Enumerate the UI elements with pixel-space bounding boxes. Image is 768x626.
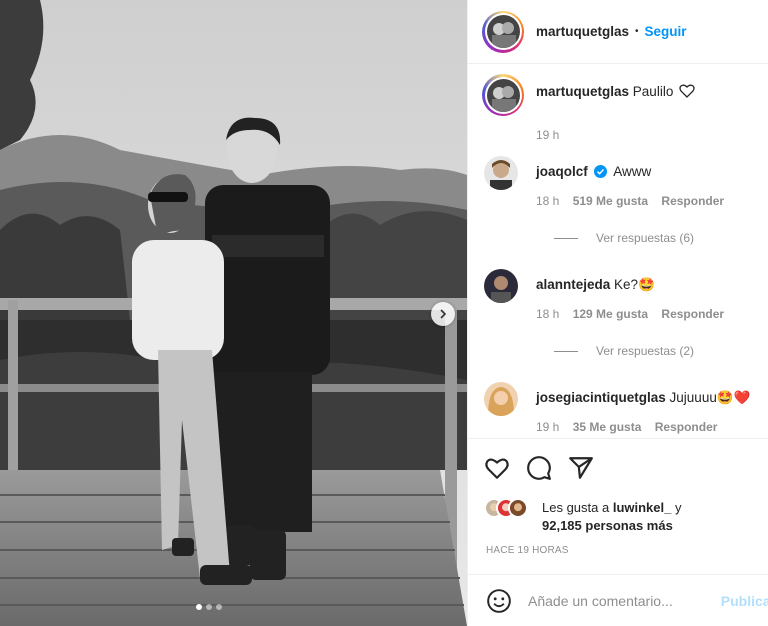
author-avatar[interactable]	[482, 10, 524, 53]
caption-meta: 19 h	[536, 128, 569, 142]
comment-username[interactable]: alanntejeda	[536, 277, 610, 292]
carousel-dot	[206, 604, 212, 610]
likes-summary: Les gusta a luwinkel_ y 92,185 personas …	[484, 496, 768, 536]
post-side-panel: martuquetglas • Seguir martuquetglas Pau…	[467, 0, 768, 626]
comment-input[interactable]	[528, 592, 738, 609]
like-heart-icon[interactable]	[484, 455, 510, 481]
post-photo[interactable]	[0, 0, 467, 626]
add-comment-bar: Publicar	[468, 574, 768, 626]
comment-username[interactable]: josegiacintiquetglas	[536, 390, 666, 405]
caption-time: 19 h	[536, 128, 560, 142]
carousel-dot	[196, 604, 202, 610]
caption-body: martuquetglas Paulilo	[536, 84, 695, 99]
emoji-smiley-icon[interactable]	[486, 588, 512, 614]
comment-likes[interactable]: 35 Me gusta	[573, 420, 642, 434]
liker-avatar	[508, 498, 528, 518]
comment-body: josegiacintiquetglas Jujuuuu🤩❤️	[536, 390, 750, 406]
follow-button[interactable]: Seguir	[645, 24, 687, 39]
liker-username[interactable]: luwinkel_	[613, 500, 672, 515]
caption-avatar-image	[486, 78, 520, 112]
comment-text: Awww	[613, 164, 652, 179]
comment-username[interactable]: joaqolcf	[536, 164, 588, 179]
comment-likes[interactable]: 129 Me gusta	[573, 307, 648, 321]
author-username[interactable]: martuquetglas	[536, 24, 629, 39]
commenter-avatar[interactable]	[484, 382, 518, 416]
likes-line-1: Les gusta a luwinkel_ y	[542, 500, 682, 515]
likes-suffix: y	[675, 500, 682, 515]
view-replies-button[interactable]: Ver respuestas (2)	[554, 344, 694, 358]
likers-avatars	[484, 498, 540, 518]
caption-text: Paulilo	[632, 84, 674, 99]
carousel-dots	[196, 604, 222, 610]
comment-meta: 18 h 519 Me gusta Responder	[536, 194, 734, 208]
commenter-avatar[interactable]	[484, 269, 518, 303]
post-time-ago: HACE 19 HORAS	[486, 545, 569, 556]
carousel-next-button[interactable]	[431, 302, 455, 326]
separator-dot: •	[635, 26, 639, 37]
comments-list[interactable]: martuquetglas Paulilo 19 h joaqolcf Awww…	[468, 64, 768, 438]
post-photo-image	[0, 0, 467, 626]
reply-button[interactable]: Responder	[661, 307, 724, 321]
carousel-dot	[216, 604, 222, 610]
likes-prefix: Les gusta a	[542, 500, 610, 515]
white-heart-emoji-icon	[679, 84, 695, 98]
comment-time: 18 h	[536, 194, 560, 208]
comment-body: joaqolcf Awww	[536, 164, 651, 179]
caption-avatar[interactable]	[482, 74, 524, 116]
author-avatar-image	[486, 15, 520, 48]
replies-divider	[554, 237, 578, 239]
view-replies-label: Ver respuestas (2)	[596, 344, 695, 358]
view-replies-label: Ver respuestas (6)	[596, 231, 695, 245]
verified-badge-icon	[593, 165, 607, 178]
comment-body: alanntejeda Ke?🤩	[536, 277, 655, 293]
post-header: martuquetglas • Seguir	[468, 0, 768, 64]
comment-bubble-icon[interactable]	[526, 455, 552, 481]
instagram-post-modal: martuquetglas • Seguir martuquetglas Pau…	[0, 0, 768, 626]
comment-meta: 18 h 129 Me gusta Responder	[536, 307, 734, 321]
view-replies-button[interactable]: Ver respuestas (6)	[554, 231, 694, 245]
comment-meta: 19 h 35 Me gusta Responder	[536, 420, 727, 434]
comment-time: 18 h	[536, 307, 560, 321]
likes-count[interactable]: 92,185 personas más	[542, 518, 673, 533]
publish-button[interactable]: Publicar	[721, 593, 768, 609]
comment-time: 19 h	[536, 420, 560, 434]
commenter-avatar[interactable]	[484, 156, 518, 190]
reply-button[interactable]: Responder	[661, 194, 724, 208]
replies-divider	[554, 350, 578, 352]
reply-button[interactable]: Responder	[655, 420, 718, 434]
comment-likes[interactable]: 519 Me gusta	[573, 194, 648, 208]
post-actions	[468, 438, 768, 496]
caption-username[interactable]: martuquetglas	[536, 84, 629, 99]
comment-text: Jujuuuu🤩❤️	[669, 390, 751, 405]
comment-text: Ke?🤩	[614, 277, 655, 292]
chevron-right-icon	[440, 309, 447, 319]
share-send-icon[interactable]	[568, 455, 594, 481]
